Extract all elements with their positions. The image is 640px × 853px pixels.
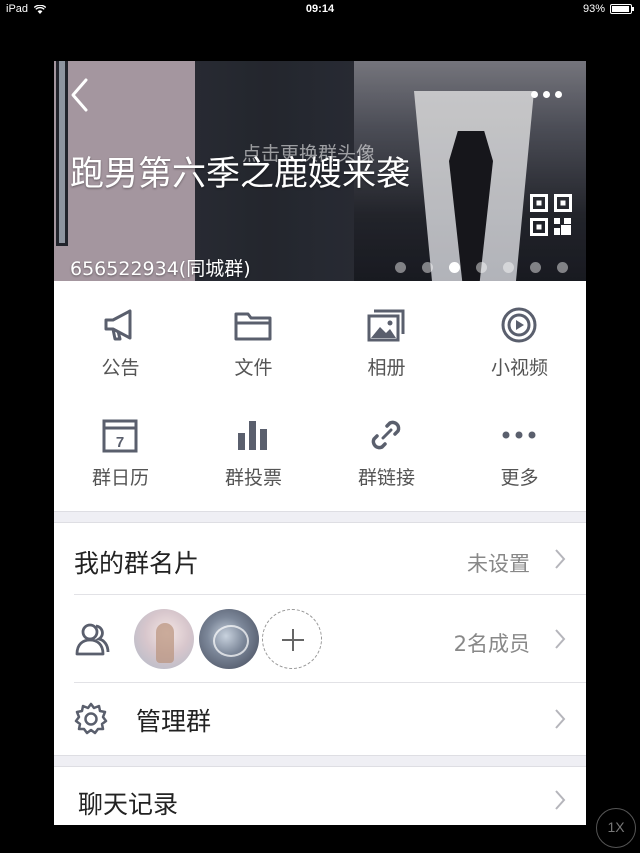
feature-label: 群日历 — [91, 467, 149, 489]
feature-grid: 公告 文件 相册 小视频 7 群日历 群投票 群链接 更多 — [54, 281, 586, 511]
group-name: 跑男第六季之鹿嫂来袭 — [70, 154, 410, 194]
section-separator — [54, 755, 586, 767]
group-cover-banner[interactable]: 点击更换群头像 跑男第六季之鹿嫂来袭 656522934(同城群) — [54, 61, 586, 281]
bar-chart-icon — [238, 421, 267, 450]
member-avatar[interactable] — [134, 609, 194, 669]
feature-label: 公告 — [101, 357, 140, 379]
feature-album[interactable]: 相册 — [320, 281, 453, 391]
add-member-button[interactable] — [262, 609, 322, 669]
carousel-dot[interactable] — [557, 262, 568, 273]
carousel-dot[interactable] — [476, 262, 487, 273]
photo-album-icon — [367, 309, 405, 342]
feature-label: 文件 — [234, 357, 273, 379]
plus-icon — [282, 629, 304, 651]
battery-percent: 93% — [582, 3, 605, 15]
feature-short-video[interactable]: 小视频 — [453, 281, 586, 391]
feature-files[interactable]: 文件 — [187, 281, 320, 391]
member-avatar[interactable] — [199, 609, 259, 669]
chevron-right-icon — [555, 549, 566, 569]
feature-label: 群链接 — [357, 467, 415, 489]
carousel-dot[interactable] — [449, 262, 460, 273]
megaphone-icon — [104, 309, 132, 341]
feature-label: 小视频 — [490, 357, 548, 379]
feature-link[interactable]: 群链接 — [320, 391, 453, 501]
chat-history-row[interactable]: 聊天记录 — [54, 767, 586, 825]
clock: 09:14 — [305, 3, 335, 15]
battery-icon — [610, 4, 634, 14]
back-icon[interactable] — [68, 77, 92, 113]
chevron-right-icon — [555, 709, 566, 729]
group-settings-panel: 点击更换群头像 跑男第六季之鹿嫂来袭 656522934(同城群) 公告 文件 … — [54, 61, 586, 825]
feature-more[interactable]: 更多 — [453, 391, 586, 501]
my-group-card-title: 我的群名片 — [74, 549, 200, 578]
feature-label: 更多 — [500, 467, 539, 489]
chat-history-title: 聊天记录 — [78, 790, 179, 819]
video-play-icon — [501, 307, 537, 343]
feature-label: 相册 — [367, 357, 406, 379]
chevron-right-icon — [555, 790, 566, 810]
manage-group-title: 管理群 — [136, 707, 212, 736]
feature-calendar[interactable]: 7 群日历 — [54, 391, 187, 501]
svg-text:7: 7 — [116, 434, 124, 451]
my-group-card-row[interactable]: 我的群名片 未设置 — [54, 523, 586, 595]
gear-icon — [74, 702, 108, 735]
manage-group-row[interactable]: 管理群 — [54, 683, 586, 755]
carousel-dot[interactable] — [503, 262, 514, 273]
calendar-icon: 7 — [102, 419, 138, 453]
member-count: 2名成员 — [453, 632, 530, 656]
more-dots-icon — [502, 431, 536, 439]
group-id: 656522934(同城群) — [70, 258, 251, 280]
carousel-dot[interactable] — [530, 262, 541, 273]
feature-label: 群投票 — [224, 467, 282, 489]
carousel-indicator — [395, 262, 568, 273]
more-menu-button[interactable] — [531, 91, 562, 98]
my-group-card-value: 未设置 — [467, 552, 530, 576]
folder-icon — [234, 312, 272, 341]
feature-vote[interactable]: 群投票 — [187, 391, 320, 501]
carousel-dot[interactable] — [422, 262, 433, 273]
qr-code-icon[interactable] — [530, 194, 572, 236]
members-icon — [75, 623, 110, 656]
carousel-dot[interactable] — [395, 262, 406, 273]
status-bar: iPad 09:14 93% — [0, 0, 640, 20]
zoom-1x-button[interactable]: 1X — [596, 808, 636, 848]
feature-announcement[interactable]: 公告 — [54, 281, 187, 391]
chevron-right-icon — [555, 629, 566, 649]
members-row[interactable]: 2名成员 — [54, 595, 586, 683]
link-icon — [371, 420, 401, 450]
section-separator — [54, 511, 586, 523]
